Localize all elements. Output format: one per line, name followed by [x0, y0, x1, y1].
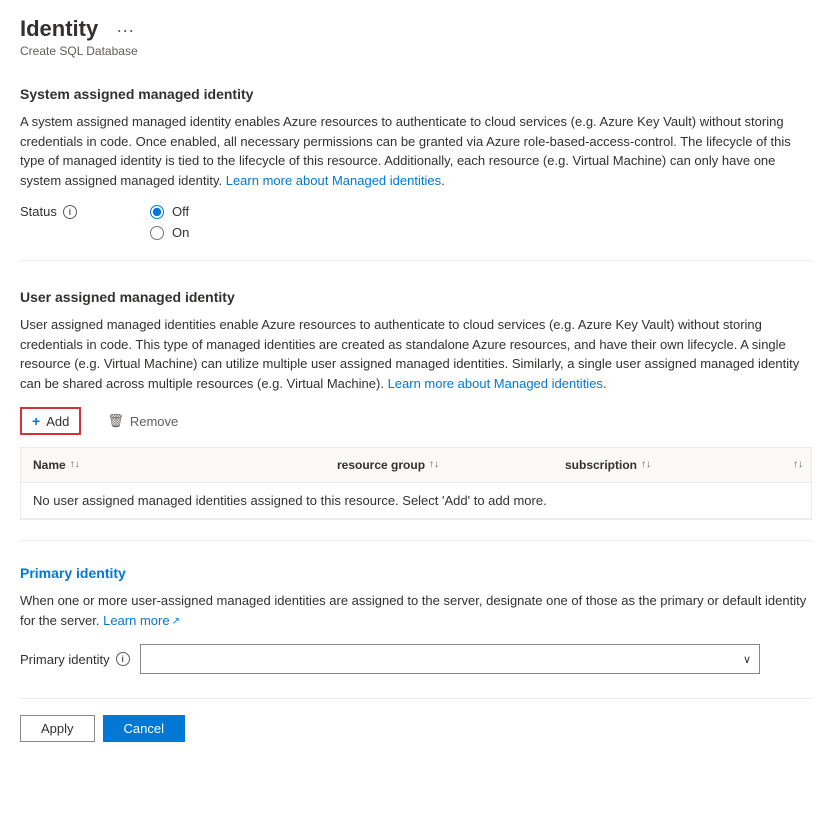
- user-assigned-learn-more-link[interactable]: Learn more about Managed identities: [388, 376, 603, 391]
- table-header-name[interactable]: Name ↑↓: [21, 454, 325, 476]
- radio-off-label: Off: [172, 204, 189, 219]
- sort-icon-rg: ↑↓: [429, 460, 439, 470]
- user-assigned-title: User assigned managed identity: [20, 289, 812, 305]
- status-label: Status i: [20, 204, 90, 219]
- primary-identity-section: Primary identity When one or more user-a…: [20, 565, 812, 674]
- primary-identity-info-icon[interactable]: i: [116, 652, 130, 666]
- more-options-icon[interactable]: ···: [116, 20, 134, 41]
- page-title: Identity: [20, 16, 98, 42]
- user-assigned-section: User assigned managed identity User assi…: [20, 289, 812, 520]
- remove-button-label: Remove: [130, 414, 178, 429]
- radio-on-label: On: [172, 225, 189, 240]
- primary-identity-row: Primary identity i ∨: [20, 644, 812, 674]
- primary-identity-desc: When one or more user-assigned managed i…: [20, 591, 812, 630]
- radio-on-input[interactable]: [150, 226, 164, 240]
- cancel-button[interactable]: Cancel: [103, 715, 185, 742]
- primary-identity-label: Primary identity i: [20, 652, 130, 667]
- system-assigned-title: System assigned managed identity: [20, 86, 812, 102]
- system-assigned-section: System assigned managed identity A syste…: [20, 86, 812, 240]
- remove-button[interactable]: 🗑 Remove: [97, 409, 188, 433]
- user-assigned-desc: User assigned managed identities enable …: [20, 315, 812, 393]
- section-divider-2: [20, 540, 812, 541]
- add-plus-icon: +: [32, 413, 40, 429]
- page-subtitle: Create SQL Database: [20, 44, 812, 58]
- footer-divider: [20, 698, 812, 699]
- add-button-label: Add: [46, 414, 69, 429]
- status-info-icon[interactable]: i: [63, 205, 77, 219]
- radio-off-option[interactable]: Off: [150, 204, 189, 219]
- table-header: Name ↑↓ resource group ↑↓ subscription ↑…: [21, 448, 811, 483]
- table-header-sub[interactable]: subscription ↑↓: [553, 454, 781, 476]
- add-remove-row: + Add 🗑 Remove: [20, 407, 812, 435]
- primary-identity-learn-more-link[interactable]: Learn more↗: [103, 613, 180, 628]
- status-radio-group: Off On: [150, 204, 189, 240]
- status-row: Status i Off On: [20, 204, 812, 240]
- apply-button[interactable]: Apply: [20, 715, 95, 742]
- system-assigned-desc: A system assigned managed identity enabl…: [20, 112, 812, 190]
- table-empty-message: No user assigned managed identities assi…: [21, 483, 811, 519]
- sort-icon-sub: ↑↓: [641, 460, 651, 470]
- radio-off-input[interactable]: [150, 205, 164, 219]
- system-assigned-learn-more-link[interactable]: Learn more about Managed identities: [226, 173, 441, 188]
- table-body: No user assigned managed identities assi…: [21, 483, 811, 520]
- add-button[interactable]: + Add: [20, 407, 81, 435]
- section-divider-1: [20, 260, 812, 261]
- table-header-rg[interactable]: resource group ↑↓: [325, 454, 553, 476]
- sort-icon-name: ↑↓: [70, 460, 80, 470]
- primary-identity-title: Primary identity: [20, 565, 812, 581]
- external-link-icon: ↗: [172, 614, 180, 629]
- radio-on-option[interactable]: On: [150, 225, 189, 240]
- sort-icon-extra: ↑↓: [793, 460, 803, 470]
- table-header-extra: ↑↓: [781, 454, 811, 476]
- trash-icon: 🗑: [107, 413, 124, 429]
- dropdown-arrow-icon: ∨: [743, 653, 751, 666]
- primary-identity-dropdown[interactable]: ∨: [140, 644, 760, 674]
- identities-table: Name ↑↓ resource group ↑↓ subscription ↑…: [20, 447, 812, 520]
- footer-actions: Apply Cancel: [20, 715, 812, 742]
